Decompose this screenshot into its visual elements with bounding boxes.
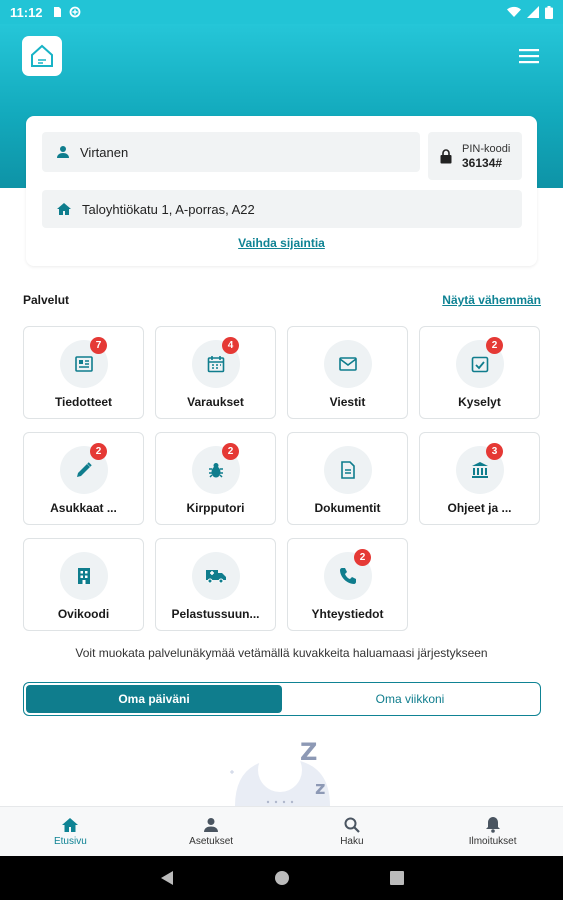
system-navigation-bar xyxy=(0,856,563,900)
day-week-toggle: Oma päiväni Oma viikkoni xyxy=(23,682,541,716)
address-field: Taloyhtiökatu 1, A-porras, A22 xyxy=(42,190,522,228)
nav-label: Ilmoitukset xyxy=(468,836,517,847)
tile-label: Kyselyt xyxy=(458,395,501,409)
pin-code: 36134# xyxy=(462,155,503,170)
app-logo[interactable] xyxy=(22,36,62,76)
change-location-link[interactable]: Vaihda sijaintia xyxy=(26,236,537,250)
user-name-field: Virtanen xyxy=(42,132,420,172)
notification-badge: 4 xyxy=(222,337,239,354)
nav-label: Etusivu xyxy=(53,835,87,847)
service-tile-dokumentit[interactable]: Dokumentit xyxy=(287,432,408,525)
tile-label: Kirpputori xyxy=(186,501,245,515)
sim-card-icon xyxy=(53,7,61,17)
svg-text:z: z xyxy=(315,778,325,799)
nav-settings[interactable]: Asetukset xyxy=(141,807,282,856)
home-icon xyxy=(62,817,79,832)
signal-icon xyxy=(527,6,539,18)
status-bar: 11:12 xyxy=(0,0,563,24)
services-title: Palvelut xyxy=(23,293,70,307)
pin-label: PIN-koodi xyxy=(462,142,511,155)
notification-badge: 2 xyxy=(222,443,239,460)
tile-label: Ohjeet ja ... xyxy=(447,501,512,515)
service-tile-asukkaat[interactable]: 2 Asukkaat ... xyxy=(23,432,144,525)
reorder-hint: Voit muokata palvelunäkymää vetämällä ku… xyxy=(75,646,488,660)
tab-my-week[interactable]: Oma viikkoni xyxy=(282,685,538,713)
address-text: Taloyhtiökatu 1, A-porras, A22 xyxy=(82,201,255,217)
bottom-navigation: Etusivu Asetukset Haku Ilmoitukset xyxy=(0,806,563,856)
service-tile-viestit[interactable]: Viestit xyxy=(287,326,408,419)
notification-badge: 2 xyxy=(90,443,107,460)
nav-home[interactable]: Etusivu xyxy=(0,807,141,856)
tile-label: Ovikoodi xyxy=(57,607,110,621)
nav-search[interactable]: Haku xyxy=(282,807,423,856)
person-icon xyxy=(57,146,69,158)
service-tile-kirpputori[interactable]: 2 Kirpputori xyxy=(155,432,276,525)
notification-badge: 7 xyxy=(90,337,107,354)
wifi-icon xyxy=(507,6,521,17)
pin-code-box: PIN-koodi 36134# xyxy=(428,132,522,180)
house-logo-icon xyxy=(31,44,53,67)
nav-label: Asetukset xyxy=(189,835,234,847)
tile-label: Yhteystiedot xyxy=(311,607,384,621)
tile-label: Tiedotteet xyxy=(54,395,113,409)
notification-badge: 2 xyxy=(354,549,371,566)
recents-icon[interactable] xyxy=(389,871,404,885)
ambulance-icon xyxy=(192,552,240,600)
service-tile-yhteystiedot[interactable]: 2 Yhteystiedot xyxy=(287,538,408,631)
status-time: 11:12 xyxy=(10,4,43,20)
tile-label: Varaukset xyxy=(187,395,244,409)
sleeping-illustration: Z z xyxy=(230,738,330,806)
lock-icon xyxy=(440,148,452,163)
person-icon xyxy=(204,817,219,832)
tile-label: Pelastussuun... xyxy=(171,607,260,621)
show-less-link[interactable]: Näytä vähemmän xyxy=(442,293,541,307)
tile-label: Asukkaat ... xyxy=(50,501,117,515)
home-icon xyxy=(57,203,71,215)
building-icon xyxy=(60,552,108,600)
tab-my-day[interactable]: Oma päiväni xyxy=(26,685,282,713)
back-icon[interactable] xyxy=(160,870,174,886)
bell-icon xyxy=(485,817,500,833)
notification-badge: 3 xyxy=(486,443,503,460)
service-tile-ohjeet[interactable]: 3 Ohjeet ja ... xyxy=(419,432,540,525)
service-tile-varaukset[interactable]: 4 Varaukset xyxy=(155,326,276,419)
service-tile-kyselyt[interactable]: 2 Kyselyt xyxy=(419,326,540,419)
data-saver-icon xyxy=(69,6,80,18)
service-tile-tiedotteet[interactable]: 7 Tiedotteet xyxy=(23,326,144,419)
user-name: Virtanen xyxy=(80,144,129,160)
nav-notifications[interactable]: Ilmoitukset xyxy=(422,807,563,856)
mail-icon xyxy=(324,340,372,388)
nav-label: Haku xyxy=(340,835,364,847)
menu-icon[interactable] xyxy=(516,44,542,68)
tile-label: Dokumentit xyxy=(314,501,381,515)
notification-badge: 2 xyxy=(486,337,503,354)
search-icon xyxy=(344,817,360,833)
service-tile-pelastussuunnitelma[interactable]: Pelastussuun... xyxy=(155,538,276,631)
user-info-card: Virtanen PIN-koodi 36134# Taloyhtiökatu … xyxy=(26,116,537,266)
home-button-icon[interactable] xyxy=(274,870,290,886)
battery-icon xyxy=(545,5,553,19)
document-icon xyxy=(324,446,372,494)
service-tile-ovikoodi[interactable]: Ovikoodi xyxy=(23,538,144,631)
tile-label: Viestit xyxy=(329,395,366,409)
svg-text:Z: Z xyxy=(300,738,317,766)
